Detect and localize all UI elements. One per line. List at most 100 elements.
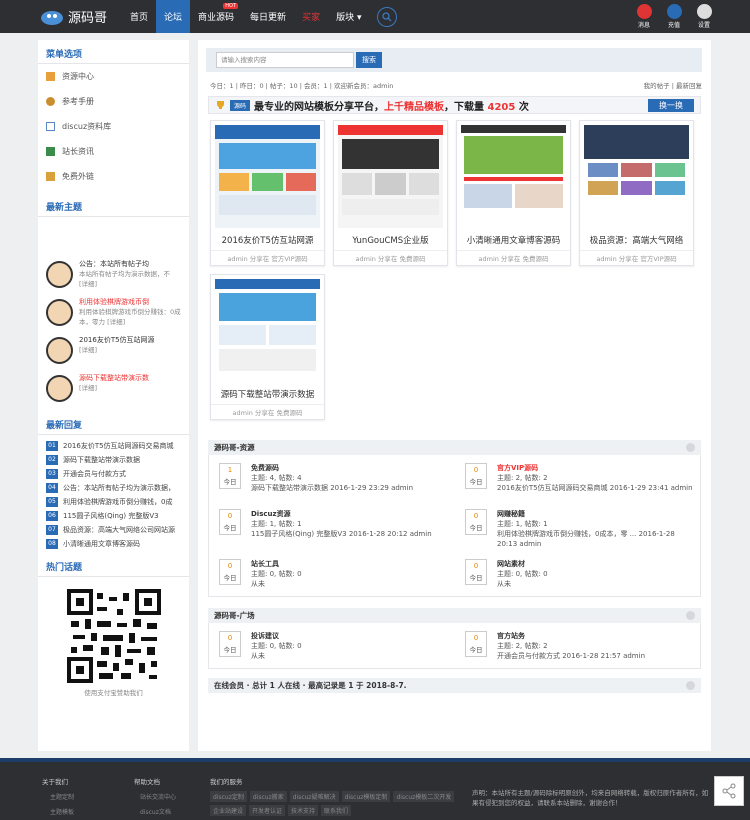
rank-number: 04 [46, 483, 58, 493]
online-members-bar[interactable]: 在线会员 · 总计 1 人在线 · 最高记录是 1 于 2018-8-7. [208, 678, 701, 693]
service-tag[interactable]: discuz定制 [210, 791, 247, 802]
service-tag[interactable]: 开发者认证 [249, 805, 286, 816]
topic-title: 2016友价T5仿互站网源 [79, 336, 155, 344]
today-count: 0 今日 [465, 509, 487, 535]
list-item[interactable]: 源码下载整站带演示数 [详细] [38, 373, 189, 411]
list-item[interactable]: 公告：本站所有帖子均 本站所有帖子均为演示数据，不 [详细] [38, 259, 189, 297]
refresh-button[interactable]: 换一换 [648, 99, 694, 112]
list-item[interactable]: 07 极品资源：高端大气网络公司网站源 [38, 523, 189, 537]
footer-accent-bar [0, 758, 750, 762]
forum-category-header[interactable]: 源码哥-广场 [208, 608, 701, 623]
menu-item-discuz-library[interactable]: discuz资料库 [38, 114, 189, 139]
list-item[interactable]: 02 源码下载整站带演示数据 [38, 453, 189, 467]
forum-last-post[interactable]: 开通会员与付款方式 2016-1-28 21:57 admin [497, 651, 645, 661]
list-item[interactable]: 2016友价T5仿互站网源 [详细] [38, 335, 189, 373]
forum-name[interactable]: 投诉建议 [251, 631, 302, 641]
forum-category-header[interactable]: 源码哥-资源 [208, 440, 701, 455]
service-tag[interactable]: 企业站建设 [210, 805, 247, 816]
nav-forum[interactable]: 论坛 [156, 0, 191, 33]
collapse-icon[interactable] [686, 611, 695, 620]
forum-item[interactable]: 1 今日 免费源码 主题: 4, 帖数: 4 源码下载整站带演示数据 2016-1-2… [209, 455, 455, 501]
menu-item-resource-center[interactable]: 资源中心 [38, 64, 189, 89]
forum-stats: 今日：1 | 昨日：0 | 帖子：10 | 会员：1 | 欢迎新会员：admin… [210, 80, 702, 92]
forum-name[interactable]: 网赚秘籍 [497, 509, 675, 519]
forum-name[interactable]: Discuz资源 [251, 509, 432, 519]
template-card[interactable]: 2016友价T5仿互站网源 admin 分享在 官方VIP源码 [210, 120, 325, 266]
forum-last-post[interactable]: 2016友价T5仿互站网源码交易商城 2016-1-29 23:41 admin [497, 483, 693, 493]
rank-number: 08 [46, 539, 58, 549]
share-icon [722, 783, 736, 799]
service-tag[interactable]: discuz疑难解决 [289, 791, 339, 802]
footer-link[interactable]: 站长交流中心 [140, 792, 176, 801]
template-card[interactable]: YunGouCMS企业版 admin 分享在 免费源码 [333, 120, 448, 266]
menu-item-reference[interactable]: 参考手册 [38, 89, 189, 114]
footer-link[interactable]: 主题定制 [50, 792, 74, 801]
nav-commercial-source[interactable]: 商业源码 HOT [190, 0, 242, 33]
top-navbar: 源码哥 首页 论坛 商业源码 HOT 每日更新 买家 版块 ▾ 消息 充值 设置 [0, 0, 750, 33]
list-item[interactable]: 08 小清晰通用文章博客源码 [38, 537, 189, 551]
forum-last-post-time: 20:13 admin [497, 540, 542, 548]
forum-stats: 主题: 0, 帖数: 0 [251, 642, 302, 650]
forum-item[interactable]: 0 今日 投诉建议 主题: 0, 帖数: 0 从未 [209, 623, 455, 669]
forum-name[interactable]: 网站素材 [497, 559, 548, 569]
nav-boards-dropdown[interactable]: 版块 ▾ [328, 0, 369, 33]
service-tag[interactable]: discuz模板定制 [341, 791, 391, 802]
service-tag[interactable]: 技术支持 [288, 805, 319, 816]
footer-link[interactable]: 主题模板 [50, 807, 74, 816]
topic-desc: [详细] [79, 384, 98, 392]
menu-item-free-links[interactable]: 免费外链 [38, 164, 189, 189]
nav-buyer[interactable]: 买家 [294, 0, 328, 33]
forum-item[interactable]: 0 今日 网站素材 主题: 0, 帖数: 0 从未 [455, 551, 701, 597]
menu-item-news[interactable]: 站长资讯 [38, 139, 189, 164]
forum-item[interactable]: 0 今日 官方站务 主题: 2, 帖数: 2 开通会员与付款方式 2016-1-28 … [455, 623, 701, 669]
search-input[interactable]: 请输入搜索内容 [216, 52, 354, 68]
list-item[interactable]: 06 115圆子风格(Qing) 完整版V3 [38, 509, 189, 523]
service-tag[interactable]: 联系我们 [321, 805, 352, 816]
list-item[interactable]: 04 公告：本站所有帖子均为演示数据， [38, 481, 189, 495]
service-tag[interactable]: discuz模板二次开发 [393, 791, 455, 802]
template-card[interactable]: 极品资源：高端大气网络 admin 分享在 官方VIP源码 [579, 120, 694, 266]
forum-item[interactable]: 0 今日 Discuz资源 主题: 1, 帖数: 1 115圆子风格(Qing) 完整… [209, 501, 455, 547]
stats-links[interactable]: 我的帖子 | 最新回复 [644, 80, 702, 92]
messages-button[interactable]: 消息 [634, 0, 654, 29]
list-item[interactable]: 01 2016友价T5仿互站网源码交易商城 [38, 439, 189, 453]
template-card[interactable]: 小清晰通用文章博客源码 admin 分享在 免费源码 [456, 120, 571, 266]
settings-button[interactable]: 设置 [694, 0, 714, 29]
forum-name[interactable]: 免费源码 [251, 463, 413, 473]
collapse-icon[interactable] [686, 443, 695, 452]
recharge-button[interactable]: 充值 [664, 0, 684, 29]
search-submit-button[interactable]: 搜索 [356, 52, 382, 68]
share-button[interactable] [714, 776, 744, 806]
card-title: 源码下载整站带演示数据 [220, 390, 315, 400]
list-item[interactable]: 05 利用体验棋牌游戏币倒分赚钱，0成 [38, 495, 189, 509]
list-item[interactable]: 利用体验棋牌游戏币倒 利用体验棋牌游戏币倒分赚钱：0成本，零力 [详细] [38, 297, 189, 335]
forum-item[interactable]: 0 今日 网赚秘籍 主题: 1, 帖数: 1 利用体验棋牌游戏币倒分赚钱，0成本，零 … [455, 501, 701, 548]
category-title: 源码哥-广场 [214, 611, 255, 620]
qr-code-icon [66, 589, 161, 683]
forum-last-post[interactable]: 115圆子风格(Qing) 完整版V3 2016-1-28 20:12 admi… [251, 529, 432, 539]
list-item[interactable]: 03 开通会员与付款方式 [38, 467, 189, 481]
today-number: 0 [473, 562, 479, 570]
forum-name[interactable]: 官方站务 [497, 631, 645, 641]
forum-item[interactable]: 0 今日 官方VIP源码 主题: 2, 帖数: 2 2016友价T5仿互站网源码交易商… [455, 455, 701, 501]
footer-link[interactable]: discuz文档 [140, 807, 176, 816]
service-tag[interactable]: discuz搬家 [249, 791, 287, 802]
search-button[interactable] [377, 6, 398, 27]
search-bar: 请输入搜索内容 搜索 [206, 48, 702, 72]
footer-col-title: 关于我们 [42, 778, 68, 786]
forum-name[interactable]: 站长工具 [251, 559, 302, 569]
nav-daily-update[interactable]: 每日更新 [242, 0, 294, 33]
forum-last-post[interactable]: 源码下载整站带演示数据 2016-1-29 23:29 admin [251, 483, 413, 493]
collapse-icon[interactable] [686, 681, 695, 690]
forum-stats: 主题: 0, 帖数: 0 [251, 570, 302, 578]
copyright-notice: 声明：本站所有主题/源码除标明原创外，均来自网络转载，版权归原作者所有，如果有侵… [472, 789, 709, 807]
forum-name[interactable]: 官方VIP源码 [497, 463, 693, 473]
nav-home[interactable]: 首页 [122, 0, 156, 33]
template-card[interactable]: 源码下载整站带演示数据 admin 分享在 免费源码 [210, 274, 325, 420]
card-meta: admin 分享在 免费源码 [334, 250, 447, 266]
forum-item[interactable]: 0 今日 站长工具 主题: 0, 帖数: 0 从未 [209, 551, 455, 597]
today-label: 今日 [223, 574, 237, 582]
site-logo[interactable]: 源码哥 [0, 7, 122, 26]
forum-last-post[interactable]: 利用体验棋牌游戏币倒分赚钱，0成本，零 ... 2016-1-28 [497, 529, 675, 539]
menu-label: 资源中心 [62, 72, 94, 81]
